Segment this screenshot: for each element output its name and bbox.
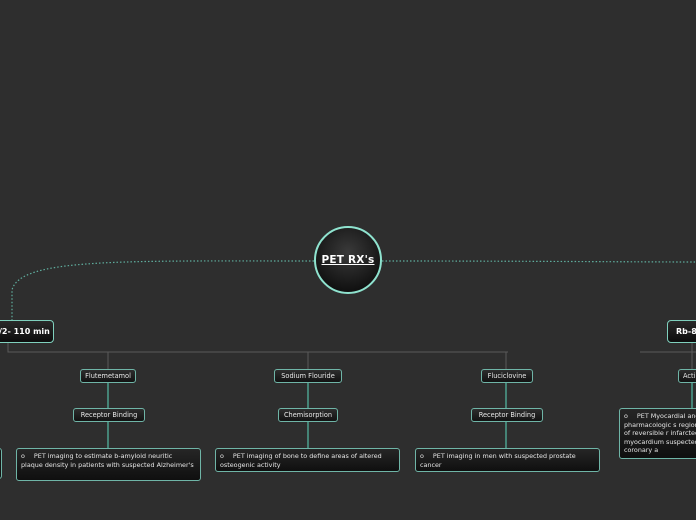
description-text: PET imaging to estimate b-amyloid neurit… bbox=[21, 452, 194, 469]
branch-node-half-life[interactable]: /2- 110 min bbox=[0, 320, 54, 343]
branch-label: /2- 110 min bbox=[0, 327, 50, 336]
description-node-clipped-left[interactable] bbox=[0, 448, 2, 479]
drug-label: Fluciclovine bbox=[487, 372, 527, 380]
mechanism-label: Receptor Binding bbox=[80, 411, 138, 419]
drug-node-partial[interactable]: Acti bbox=[678, 369, 696, 383]
root-label: PET RX's bbox=[321, 254, 375, 266]
connector-left-bus bbox=[7, 343, 508, 353]
branch-node-rb82[interactable]: Rb-82 bbox=[667, 320, 696, 343]
description-text: PET imaging of bone to define areas of a… bbox=[220, 452, 382, 469]
root-node[interactable]: PET RX's bbox=[314, 226, 382, 294]
drug-label: Flutemetamol bbox=[85, 372, 131, 380]
bullet-marker: o bbox=[420, 452, 424, 460]
drug-node-fluciclovine[interactable]: Fluciclovine bbox=[481, 369, 533, 383]
drug-node-flutemetamol[interactable]: Flutemetamol bbox=[80, 369, 136, 383]
mechanism-node-flutemetamol[interactable]: Receptor Binding bbox=[73, 408, 145, 422]
description-node-partial[interactable]: o PET Myocardial and pharmacologic s regi… bbox=[619, 408, 696, 459]
mechanism-node-fluciclovine[interactable]: Receptor Binding bbox=[471, 408, 543, 422]
description-text: PET Myocardial and pharmacologic s regio… bbox=[624, 412, 696, 455]
connector-right-bus bbox=[640, 343, 696, 353]
connector-root-left bbox=[11, 260, 315, 320]
connector-root-right bbox=[381, 260, 696, 263]
description-text: PET imaging in men with suspected prosta… bbox=[420, 452, 576, 469]
bullet-marker: o bbox=[220, 452, 224, 460]
drug-node-sodium-flouride[interactable]: Sodium Flouride bbox=[274, 369, 342, 383]
bullet-marker: o bbox=[624, 412, 628, 420]
mechanism-label: Receptor Binding bbox=[478, 411, 536, 419]
drug-label: Sodium Flouride bbox=[281, 372, 335, 380]
mechanism-node-sodium-flouride[interactable]: Chemisorption bbox=[278, 408, 338, 422]
description-node-sodium-flouride[interactable]: o PET imaging of bone to define areas of … bbox=[215, 448, 400, 472]
drug-label: Acti bbox=[683, 372, 696, 380]
description-node-flutemetamol[interactable]: o PET imaging to estimate b-amyloid neuri… bbox=[16, 448, 201, 481]
mechanism-label: Chemisorption bbox=[283, 411, 333, 419]
mind-map-canvas: PET RX's /2- 110 min Rb-82 Flutemetamol … bbox=[0, 0, 696, 520]
branch-label: Rb-82 bbox=[676, 327, 696, 336]
bullet-marker: o bbox=[21, 452, 25, 460]
description-node-fluciclovine[interactable]: o PET imaging in men with suspected prost… bbox=[415, 448, 600, 472]
